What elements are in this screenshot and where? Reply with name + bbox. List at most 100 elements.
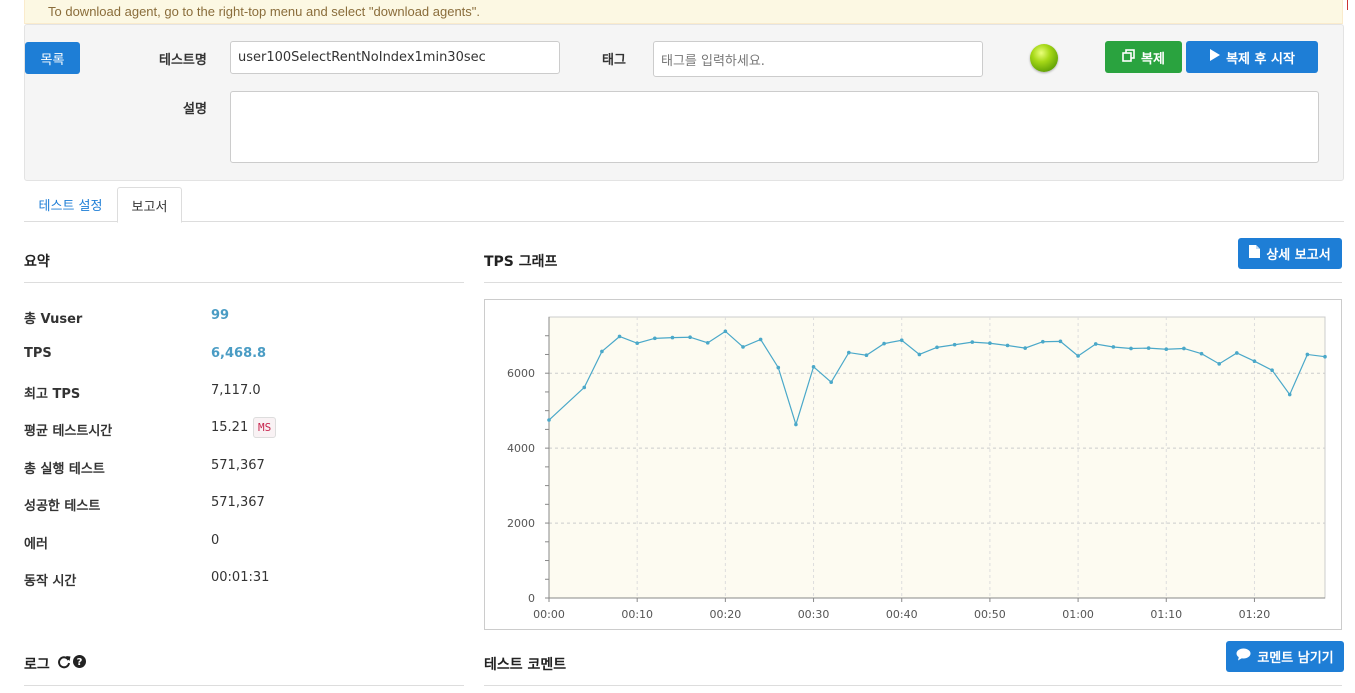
tps-data-point: [882, 341, 886, 346]
tps-data-point: [741, 345, 745, 349]
copy-button-label: 복제: [1141, 51, 1165, 67]
list-button-label: 목록: [40, 52, 65, 68]
test-name-label: 테스트명: [159, 53, 207, 68]
tps-data-point: [635, 341, 639, 346]
tps-chart: 0 2000 4000 6000 00:00 00:10 00:20 00:30 00:40 00…: [484, 299, 1342, 630]
tps-data-point: [1111, 345, 1116, 349]
summary-label-successful-tests: 성공한 테스트: [24, 499, 101, 514]
test-comment-title: 테스트 코멘트: [484, 657, 567, 673]
tps-data-point: [1005, 343, 1010, 348]
report-tabs: 테스트 설정 보고서: [24, 187, 1344, 223]
summary-value-successful-tests: 571,367: [211, 495, 265, 510]
tps-data-point: [794, 422, 798, 427]
list-button[interactable]: 목록: [25, 42, 80, 74]
tps-data-point: [935, 345, 939, 350]
summary-label-errors: 에러: [24, 537, 48, 552]
test-name-value: user100SelectRentNoIndex1min30sec: [238, 50, 486, 65]
tps-data-point: [829, 380, 833, 384]
summary-label-vuser: 총 Vuser: [24, 312, 83, 327]
tps-data-point: [1164, 347, 1169, 352]
tps-data-point: [1129, 346, 1133, 351]
tps-data-point: [864, 353, 869, 358]
tps-data-point: [1093, 342, 1098, 346]
x-tick-label: 01:00: [1062, 608, 1094, 621]
copy-icon: [1122, 48, 1135, 66]
summary-title: 요약: [24, 254, 50, 270]
x-tick-label: 01:20: [1239, 608, 1271, 621]
tps-data-point: [847, 350, 851, 355]
tps-divider: [484, 282, 1342, 283]
detail-report-label: 상세 보고서: [1266, 248, 1331, 263]
x-tick-label: 00:20: [710, 608, 742, 621]
summary-value-tps[interactable]: 6,468.8: [211, 346, 266, 361]
x-tick-label: 01:10: [1150, 608, 1182, 621]
tag-input[interactable]: 태그를 입력하세요.: [653, 41, 983, 77]
summary-value-vuser[interactable]: 99: [211, 308, 229, 323]
tps-data-point: [547, 418, 551, 422]
summary-value-peak-tps: 7,117.0: [211, 383, 261, 398]
tps-chart-svg: 0 2000 4000 6000 00:00 00:10 00:20 00:30 00:40 00…: [507, 316, 1327, 621]
refresh-icon[interactable]: [57, 655, 71, 672]
detail-report-button[interactable]: 상세 보고서: [1238, 238, 1342, 269]
svg-text:?: ?: [77, 657, 83, 668]
copy-and-start-button[interactable]: 복제 후 시작: [1186, 41, 1318, 73]
tps-data-point: [1058, 339, 1063, 344]
tps-data-point: [952, 342, 957, 347]
x-tick-label: 00:00: [533, 608, 565, 621]
tps-data-point: [988, 341, 992, 346]
leave-comment-label: 코멘트 남기기: [1257, 651, 1334, 666]
tps-data-point: [617, 334, 622, 339]
x-tick-label: 00:30: [798, 608, 830, 621]
tps-data-point: [758, 337, 763, 342]
comment-divider: [484, 685, 1342, 686]
y-tick-label: 0: [528, 592, 535, 605]
scrollbar-edge: [1347, 0, 1348, 10]
tps-graph-title: TPS 그래프: [484, 254, 558, 270]
tps-data-point: [1199, 351, 1204, 356]
summary-label-tps: TPS: [24, 346, 52, 361]
description-textarea[interactable]: [230, 91, 1319, 163]
tps-data-point: [653, 336, 657, 341]
leave-comment-button[interactable]: 코멘트 남기기: [1226, 641, 1344, 672]
tps-data-point: [688, 335, 692, 340]
tps-data-point: [1041, 339, 1045, 344]
tps-data-point: [1252, 359, 1257, 364]
x-tick-label: 00:10: [621, 608, 653, 621]
tps-data-point: [1287, 392, 1292, 397]
summary-label-total-tests: 총 실행 테스트: [24, 462, 105, 477]
tps-data-point: [1023, 346, 1027, 350]
agent-download-notice: To download agent, go to the right-top m…: [24, 0, 1343, 24]
description-label: 설명: [183, 102, 207, 117]
test-name-input[interactable]: user100SelectRentNoIndex1min30sec: [230, 41, 560, 74]
tps-data-point: [705, 341, 710, 345]
summary-value-errors: 0: [211, 533, 220, 548]
tps-data-point: [811, 365, 816, 369]
y-tick-label: 4000: [507, 442, 535, 455]
question-circle-icon[interactable]: ?: [73, 655, 86, 671]
x-tick-label: 00:40: [886, 608, 918, 621]
log-divider: [24, 685, 464, 686]
tag-label: 태그: [602, 53, 626, 68]
tps-data-point: [670, 335, 675, 340]
copy-button[interactable]: 복제: [1105, 41, 1182, 73]
summary-value-total-tests: 571,367: [211, 458, 265, 473]
tps-data-point: [1182, 346, 1186, 351]
document-icon: [1249, 245, 1261, 262]
tps-data-point: [1323, 354, 1327, 359]
summary-value-mean-test-time: 15.21: [211, 420, 249, 435]
tab-report-label: 보고서: [131, 199, 168, 215]
y-tick-label: 2000: [507, 517, 535, 530]
tps-data-point: [970, 340, 975, 344]
test-status-indicator: [1030, 44, 1058, 72]
tps-data-point: [899, 338, 904, 343]
x-tick-label: 00:50: [974, 608, 1006, 621]
comment-icon: [1236, 648, 1251, 665]
tps-data-point: [1270, 368, 1274, 373]
test-header-panel: 목록 테스트명 user100SelectRentNoIndex1min30se…: [24, 24, 1344, 181]
tps-data-point: [1076, 354, 1080, 358]
notice-text: To download agent, go to the right-top m…: [48, 4, 481, 19]
log-title: 로그: [24, 657, 50, 673]
tab-test-settings[interactable]: 테스트 설정: [24, 187, 117, 222]
summary-label-run-time: 동작 시간: [24, 574, 77, 589]
tab-report[interactable]: 보고서: [117, 187, 182, 223]
